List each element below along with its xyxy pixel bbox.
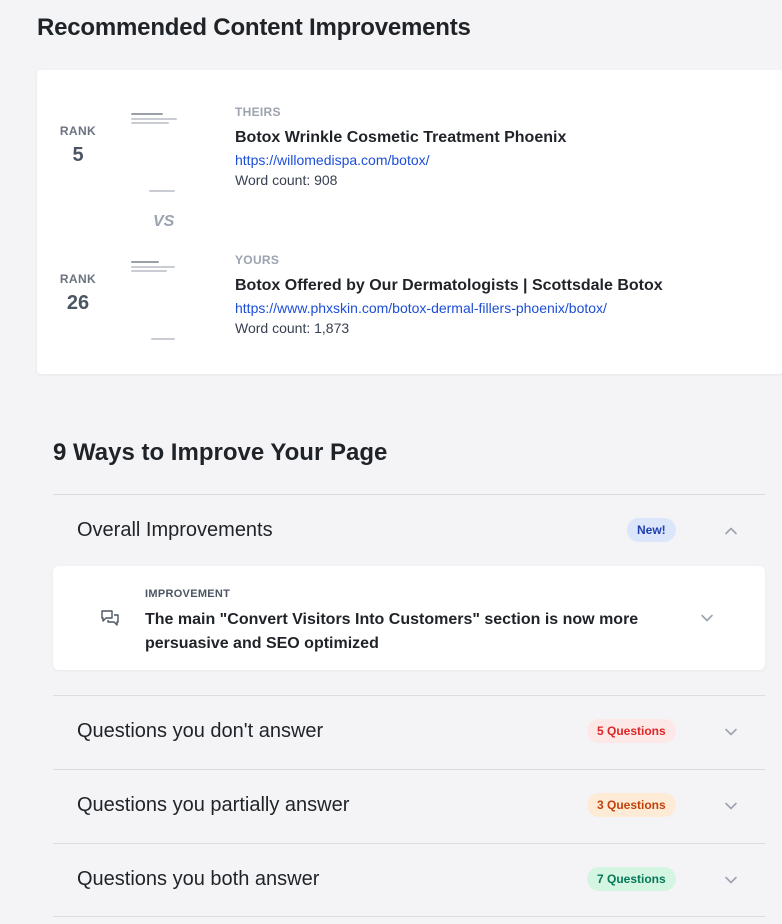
chevron-down-icon[interactable] xyxy=(697,608,717,628)
theirs-label: THEIRS xyxy=(235,105,281,119)
yours-url-link[interactable]: https://www.phxskin.com/botox-dermal-fil… xyxy=(235,300,663,316)
questions-count-badge: 5 Questions xyxy=(587,719,676,743)
divider xyxy=(53,916,765,917)
yours-info: YOURS Botox Offered by Our Dermatologist… xyxy=(235,253,663,336)
new-badge: New! xyxy=(627,518,676,542)
yours-page-thumbnail[interactable] xyxy=(129,258,201,340)
chevron-down-icon[interactable] xyxy=(721,722,741,742)
section-questions-both-answered[interactable]: Questions you both answer 7 Questions xyxy=(53,843,765,917)
chat-bubbles-icon xyxy=(99,608,121,630)
improvement-card[interactable]: IMPROVEMENT The main "Convert Visitors I… xyxy=(53,566,765,670)
yours-label: YOURS xyxy=(235,253,280,267)
vs-label: VS xyxy=(153,213,175,230)
theirs-page-thumbnail[interactable] xyxy=(129,110,201,192)
chevron-down-icon[interactable] xyxy=(721,870,741,890)
chevron-down-icon[interactable] xyxy=(721,796,741,816)
section-label: Questions you don't answer xyxy=(77,720,324,742)
theirs-url-link[interactable]: https://willomedispa.com/botox/ xyxy=(235,152,566,168)
yours-word-count: Word count: 1,873 xyxy=(235,320,350,336)
rank-label: RANK xyxy=(59,272,97,286)
page-title: Recommended Content Improvements xyxy=(37,14,471,41)
ways-title: 9 Ways to Improve Your Page xyxy=(53,439,388,466)
section-label: Overall Improvements xyxy=(77,519,273,541)
section-label: Questions you partially answer xyxy=(77,794,350,816)
section-overall-improvements[interactable]: Overall Improvements New! xyxy=(53,494,765,568)
rank-value: 26 xyxy=(66,292,90,314)
rank-value: 5 xyxy=(72,144,84,166)
section-questions-not-answered[interactable]: Questions you don't answer 5 Questions xyxy=(53,695,765,769)
theirs-rank: RANK 5 xyxy=(37,124,119,167)
improvement-text: The main "Convert Visitors Into Customer… xyxy=(145,611,639,652)
improvement-label: IMPROVEMENT xyxy=(145,588,231,600)
section-label: Questions you both answer xyxy=(77,868,320,890)
questions-count-badge: 7 Questions xyxy=(587,867,676,891)
theirs-info: THEIRS Botox Wrinkle Cosmetic Treatment … xyxy=(235,105,566,188)
section-questions-partially-answered[interactable]: Questions you partially answer 3 Questio… xyxy=(53,769,765,843)
chevron-up-icon[interactable] xyxy=(721,521,741,541)
theirs-word-count: Word count: 908 xyxy=(235,172,338,188)
theirs-title: Botox Wrinkle Cosmetic Treatment Phoenix xyxy=(235,129,567,146)
rank-label: RANK xyxy=(59,124,97,138)
questions-count-badge: 3 Questions xyxy=(587,793,676,817)
yours-rank: RANK 26 xyxy=(37,272,119,315)
comparison-card: RANK 5 THEIRS Botox Wrinkle Cosmetic Tre… xyxy=(37,70,782,374)
yours-title: Botox Offered by Our Dermatologists | Sc… xyxy=(235,277,663,294)
